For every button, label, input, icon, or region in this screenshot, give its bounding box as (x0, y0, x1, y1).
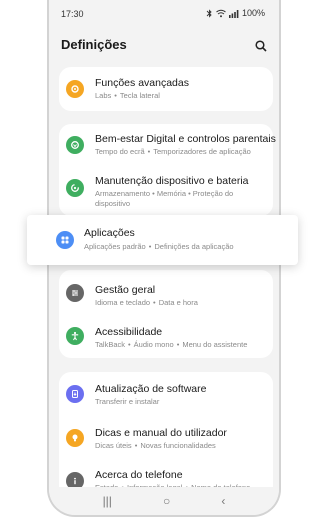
item-subtitle: Dicas úteis • Novas funcionalidades (95, 441, 216, 450)
item-subtitle: Idioma e teclado • Data e hora (95, 298, 198, 307)
settings-item-advanced-features[interactable]: Funções avançadas Labs • Tecla lateral (59, 67, 273, 111)
settings-item-digital-wellbeing[interactable]: Bem-estar Digital e controlos parentais … (59, 124, 276, 166)
item-subtitle: Tempo do ecrã • Temporizadores de aplicaçã… (95, 147, 251, 156)
settings-group-advanced: Funções avançadas Labs • Tecla lateral (59, 67, 273, 111)
item-title: Manutenção dispositivo e bateria (95, 175, 249, 187)
care-icon (66, 179, 84, 197)
search-icon (255, 40, 267, 52)
settings-group-about: Atualização de software Transferir e ins… (59, 372, 273, 502)
update-icon (66, 385, 84, 403)
settings-item-software-update[interactable]: Atualização de software Transferir e ins… (59, 372, 273, 416)
item-title: Dicas e manual do utilizador (95, 427, 227, 439)
bulb-icon (66, 429, 84, 447)
wifi-icon (216, 9, 226, 17)
apps-icon (56, 231, 74, 249)
back-button[interactable]: ‹ (221, 494, 225, 508)
recent-apps-button[interactable]: ||| (103, 494, 112, 508)
gear-plus-icon (66, 80, 84, 98)
sliders-icon (66, 284, 84, 302)
signal-icon (228, 9, 239, 18)
item-subtitle: Transferir e instalar (95, 397, 160, 406)
item-title: Bem-estar Digital e controlos parentais (95, 133, 276, 145)
item-subtitle: Armazenamento • Memória • Proteção do di… (95, 189, 234, 208)
item-title: Funções avançadas (95, 77, 189, 89)
settings-item-tips[interactable]: Dicas e manual do utilizador Dicas úteis… (59, 416, 273, 459)
search-button[interactable] (251, 36, 271, 56)
settings-item-accessibility[interactable]: Acessibilidade TalkBack • Áudio mono • Menu … (59, 313, 273, 358)
settings-item-general-management[interactable]: Gestão geral Idioma e teclado • Data e hor… (59, 270, 273, 313)
settings-group-wellbeing: Bem-estar Digital e controlos parentais … (59, 124, 276, 216)
item-title: Atualização de software (95, 383, 207, 395)
heart-icon (66, 136, 84, 154)
page-title: Definições (61, 37, 127, 52)
item-subtitle: Labs • Tecla lateral (95, 91, 160, 100)
item-title: Acerca do telefone (95, 469, 183, 481)
accessibility-icon (66, 327, 84, 345)
navigation-bar: ||| ○ ‹ (49, 487, 279, 515)
status-icons: 100% (206, 8, 265, 18)
settings-group-general: Gestão geral Idioma e teclado • Data e hor… (59, 270, 273, 358)
item-title: Gestão geral (95, 284, 156, 296)
item-title: Aplicações (84, 227, 135, 239)
item-title: Acessibilidade (95, 326, 163, 338)
settings-item-applications[interactable]: Aplicações Aplicações padrão • Definições … (27, 215, 298, 265)
battery-text: 100% (241, 8, 265, 18)
item-subtitle: TalkBack • Áudio mono • Menu do assistente (95, 340, 248, 349)
status-bar: 17:30 100% (49, 0, 279, 26)
bluetooth-icon (206, 8, 212, 18)
home-button[interactable]: ○ (163, 494, 170, 508)
item-subtitle: Aplicações padrão • Definições da aplicaçã… (84, 242, 234, 251)
settings-item-device-care[interactable]: Manutenção dispositivo e bateria Armazen… (59, 167, 273, 216)
status-time: 17:30 (61, 9, 84, 19)
